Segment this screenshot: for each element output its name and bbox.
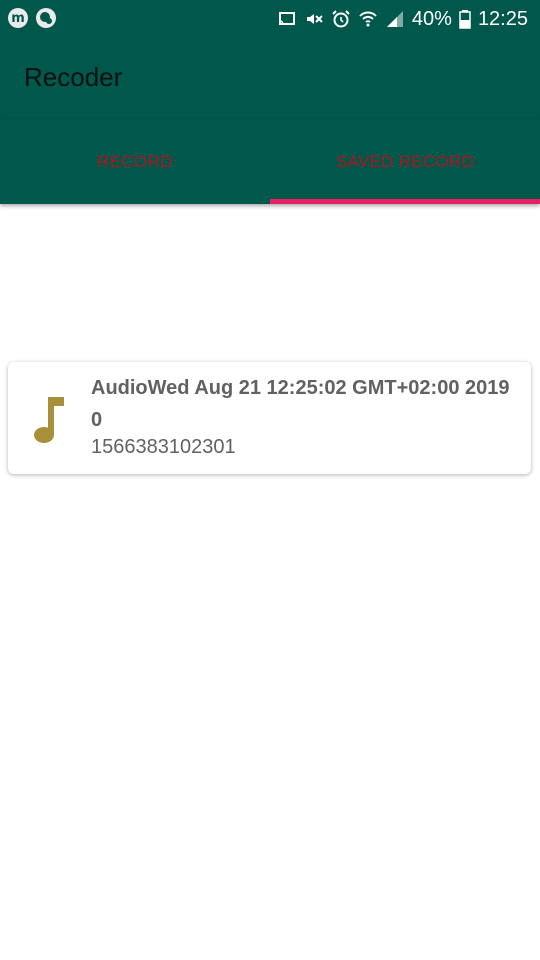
music-note-icon	[34, 397, 64, 443]
tab-saved-record-label: SAVED RECORD	[335, 152, 475, 171]
tab-bar: RECORD SAVED RECORD	[0, 120, 540, 204]
app-bar: Recoder	[0, 38, 540, 120]
clock: 12:25	[477, 8, 528, 30]
cast-icon	[278, 12, 295, 25]
recording-timestamp: 1566383102301	[91, 436, 236, 458]
tab-saved-record[interactable]: SAVED RECORD	[270, 120, 540, 204]
alarm-icon	[332, 10, 350, 28]
wifi-icon	[359, 11, 377, 27]
signal-icon	[386, 11, 403, 27]
chat-notification-icon	[36, 8, 56, 28]
battery-percent: 40%	[411, 8, 452, 30]
recording-title: AudioWed Aug 21 12:25:02 GMT+02:00 2019 …	[91, 377, 510, 431]
mute-icon	[306, 14, 323, 24]
status-bar: m 40% 12:25	[0, 0, 540, 38]
tab-indicator	[270, 199, 540, 204]
app-title: Recoder	[24, 62, 123, 92]
tab-record[interactable]: RECORD	[0, 120, 270, 204]
tab-record-label: RECORD	[97, 152, 173, 171]
battery-icon	[459, 10, 471, 29]
recording-list-item[interactable]: AudioWed Aug 21 12:25:02 GMT+02:00 2019 …	[8, 362, 531, 474]
m-notification-icon: m	[8, 8, 28, 28]
